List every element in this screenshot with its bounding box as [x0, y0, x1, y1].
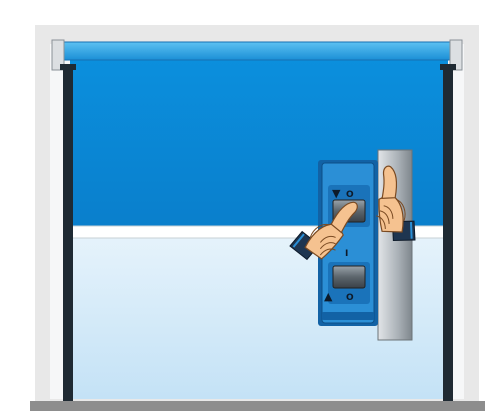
up-arrow-icon: ▲	[324, 290, 333, 303]
open-button[interactable]: ▲ O	[324, 262, 370, 304]
roller-door-illustration: ▼ O I ▲ O	[30, 25, 485, 411]
post-cap-left	[60, 64, 76, 70]
floor-strip	[30, 401, 485, 411]
stop-mark-icon: O	[346, 190, 354, 200]
side-post-left	[63, 68, 73, 402]
roller-tube	[59, 41, 455, 61]
side-post-right	[443, 68, 453, 402]
stop-mark-icon: O	[346, 293, 354, 303]
down-arrow-icon: ▼	[332, 187, 341, 200]
divider-mark: I	[345, 249, 348, 259]
post-cap-right	[440, 64, 456, 70]
